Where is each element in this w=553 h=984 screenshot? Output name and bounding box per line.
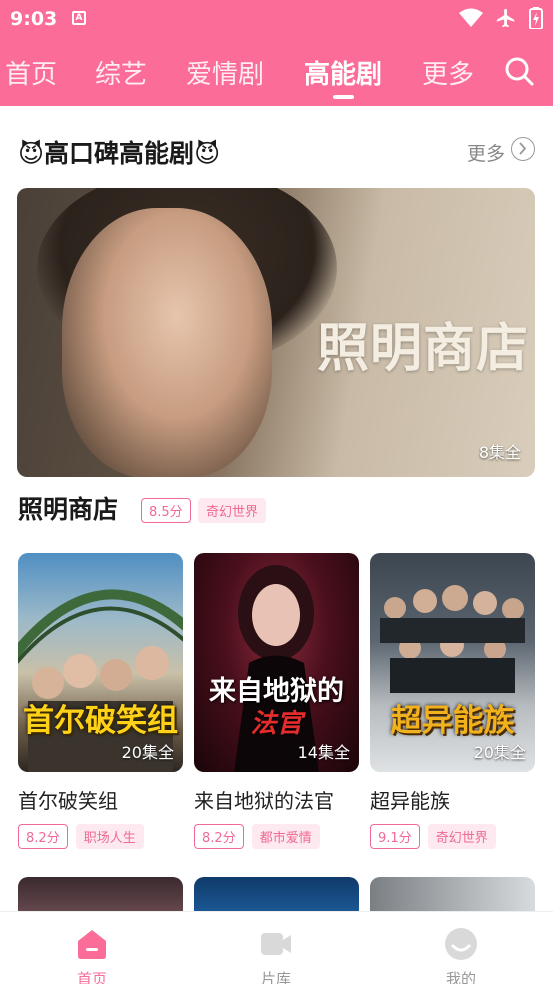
show-poster[interactable]: 超异能族 20集全 [370, 553, 535, 772]
category-tabs: 首页 综艺 爱情剧 高能剧 更多 [0, 50, 553, 98]
home-icon [78, 930, 106, 959]
show-card[interactable]: 超异能族 20集全 超异能族 9.1分 奇幻世界 [370, 553, 535, 849]
bottom-nav-label: 我的 [445, 970, 476, 984]
bottom-nav-label: 首页 [76, 970, 107, 984]
episode-count: 20集全 [121, 743, 174, 762]
featured-caption: 照明商店 8.5分 奇幻世界 [18, 490, 535, 524]
episode-count: 14集全 [297, 743, 350, 762]
system-icons [459, 7, 543, 29]
tab-romance[interactable]: 爱情剧 [186, 54, 264, 91]
tab-more[interactable]: 更多 [422, 54, 474, 91]
show-poster[interactable]: 来自地狱的 法官 14集全 [194, 553, 359, 772]
score-badge: 8.5分 [141, 498, 191, 523]
bottom-nav: 首页 片库 我的 [0, 911, 553, 984]
featured-episode-count: 8集全 [478, 443, 521, 462]
score-badge: 8.2分 [194, 824, 244, 849]
notification-a-icon: A [72, 11, 86, 25]
active-tab-indicator [333, 95, 354, 99]
poster-artwork-face [62, 208, 272, 477]
poster-title: 首尔破笑组 [23, 703, 178, 739]
show-card[interactable]: 首尔破笑组 20集全 首尔破笑组 8.2分 职场人生 [18, 553, 183, 849]
bottom-nav-profile[interactable]: 我的 [411, 920, 511, 984]
featured-poster[interactable]: 照明商店 8集全 [17, 188, 535, 477]
show-poster[interactable]: 首尔破笑组 20集全 [18, 553, 183, 772]
top-bar: 9:03 A 首页 综艺 爱情剧 高能剧 更多 [0, 0, 553, 106]
status-bar: 9:03 A [0, 0, 553, 36]
score-badge: 9.1分 [370, 824, 420, 849]
section-header: 😈高口碑高能剧😈 更多 [18, 134, 535, 168]
badge-row: 9.1分 奇幻世界 [370, 824, 496, 849]
show-name[interactable]: 首尔破笑组 [18, 785, 118, 814]
featured-name[interactable]: 照明商店 [18, 490, 118, 526]
tab-variety[interactable]: 综艺 [95, 54, 147, 91]
genre-badge: 都市爱情 [251, 824, 320, 849]
profile-icon [445, 928, 477, 960]
poster-title-line-2: 法官 [250, 709, 303, 739]
section-title: 😈高口碑高能剧😈 [18, 139, 221, 168]
genre-badge: 职场人生 [75, 824, 144, 849]
score-badge: 8.2分 [18, 824, 68, 849]
show-name[interactable]: 来自地狱的法官 [194, 785, 334, 814]
tab-thriller[interactable]: 高能剧 [304, 54, 382, 91]
search-icon[interactable] [503, 55, 535, 87]
more-link[interactable]: 更多 [467, 139, 505, 166]
featured-poster-title: 照明商店 [317, 319, 530, 379]
bottom-nav-label: 片库 [260, 970, 291, 984]
show-card[interactable]: 来自地狱的 法官 14集全 来自地狱的法官 8.2分 都市爱情 [194, 553, 359, 849]
video-library-icon [261, 933, 291, 955]
bottom-nav-library[interactable]: 片库 [226, 920, 326, 984]
status-time: 9:03 [10, 8, 58, 30]
badge-row: 8.2分 都市爱情 [194, 824, 320, 849]
airplane-icon [496, 8, 515, 28]
poster-title: 超异能族 [390, 703, 515, 739]
battery-icon [529, 7, 543, 29]
show-name[interactable]: 超异能族 [370, 785, 450, 814]
episode-count: 20集全 [473, 743, 526, 762]
wifi-icon [459, 8, 483, 27]
badge-row: 8.2分 职场人生 [18, 824, 144, 849]
tab-home[interactable]: 首页 [5, 54, 57, 91]
bottom-nav-home[interactable]: 首页 [42, 920, 142, 984]
genre-badge: 奇幻世界 [198, 498, 267, 523]
genre-badge: 奇幻世界 [427, 824, 496, 849]
chevron-right-icon[interactable] [511, 137, 535, 161]
